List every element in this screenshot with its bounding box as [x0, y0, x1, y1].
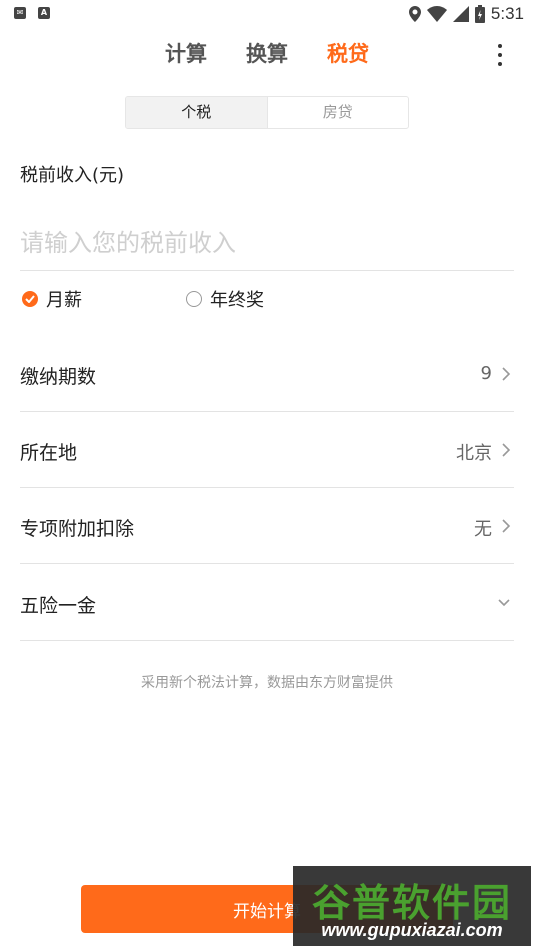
- source-note: 采用新个税法计算，数据由东方财富提供: [141, 675, 393, 691]
- tab-calculate[interactable]: 计算: [165, 38, 207, 68]
- row-value: 9: [480, 363, 492, 384]
- tab-tax-loan[interactable]: 税贷: [327, 38, 369, 68]
- row-location[interactable]: 所在地 北京: [20, 412, 514, 488]
- status-bar: ✉ A 5:31: [0, 0, 534, 28]
- wifi-icon: [426, 6, 447, 22]
- segmented-control: 个税 房贷: [125, 96, 409, 129]
- segment-mortgage[interactable]: 房贷: [268, 97, 409, 128]
- watermark-title: 谷普软件园: [311, 881, 512, 925]
- chevron-right-icon: [502, 367, 511, 381]
- top-nav: 计算 换算 税贷: [0, 38, 534, 72]
- segment-income-tax[interactable]: 个税: [126, 97, 268, 128]
- radio-monthly-label: 月薪: [46, 290, 82, 311]
- chevron-down-icon: [498, 599, 510, 607]
- income-label: 税前收入(元): [20, 165, 125, 186]
- income-input[interactable]: [20, 218, 514, 268]
- row-value: 无: [474, 519, 492, 540]
- chevron-right-icon: [502, 443, 511, 457]
- mail-icon: ✉: [14, 7, 26, 19]
- status-time: 5:31: [490, 4, 524, 23]
- battery-icon: [474, 5, 485, 23]
- row-social-insurance[interactable]: 五险一金: [20, 565, 514, 641]
- tab-convert[interactable]: 换算: [246, 38, 288, 68]
- row-label: 所在地: [20, 442, 78, 464]
- status-right-icons: 5:31: [408, 4, 524, 24]
- divider: [20, 270, 514, 271]
- a-icon: A: [38, 7, 50, 19]
- location-icon: [408, 6, 421, 22]
- row-value: 北京: [456, 443, 492, 464]
- row-label: 五险一金: [20, 595, 97, 617]
- row-payment-periods[interactable]: 缴纳期数 9: [20, 336, 514, 412]
- status-left-icons: ✉ A: [14, 7, 50, 19]
- radio-monthly[interactable]: 月薪: [22, 286, 82, 312]
- empty-circle-icon: [186, 291, 202, 307]
- row-special-deduction[interactable]: 专项附加扣除 无: [20, 488, 514, 564]
- signal-icon: [452, 6, 469, 22]
- check-circle-icon: [22, 291, 38, 307]
- chevron-right-icon: [502, 519, 511, 533]
- row-label: 缴纳期数: [20, 366, 97, 388]
- row-label: 专项附加扣除: [20, 518, 135, 540]
- more-menu-icon[interactable]: [492, 44, 508, 66]
- watermark-url: www.gupuxiazai.com: [321, 920, 503, 940]
- radio-annual-bonus[interactable]: 年终奖: [186, 286, 264, 312]
- watermark: 谷普软件园 www.gupuxiazai.com: [293, 866, 531, 946]
- radio-annual-bonus-label: 年终奖: [210, 290, 264, 311]
